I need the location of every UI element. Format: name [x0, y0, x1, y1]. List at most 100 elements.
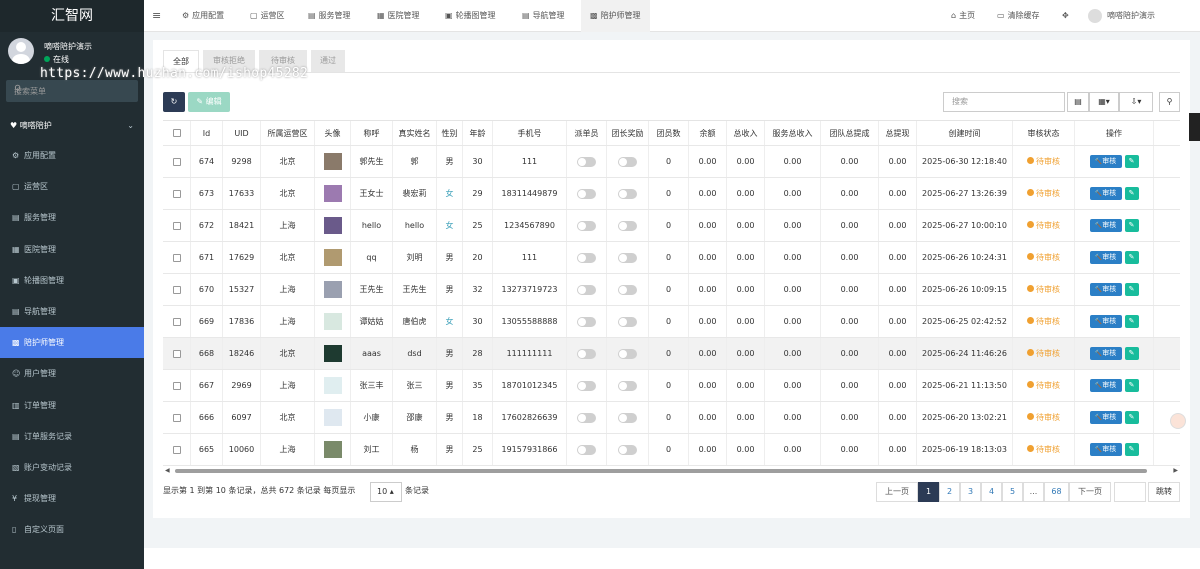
row-edit-button[interactable]: ✎	[1124, 411, 1139, 424]
home-link[interactable]: ⌂ 主页	[951, 0, 975, 32]
tab-region[interactable]: ▢ 运营区	[250, 0, 285, 32]
row-edit-button[interactable]: ✎	[1124, 443, 1139, 456]
customer-service-avatar[interactable]	[1170, 413, 1186, 429]
sidebar-item-10[interactable]: ▧ 账户变动记录	[0, 452, 144, 483]
page-1-button[interactable]: 1	[918, 482, 939, 502]
audit-button[interactable]: 🔨审核	[1089, 315, 1122, 328]
prev-page-button[interactable]: 上一页	[876, 482, 918, 502]
audit-button[interactable]: 🔨审核	[1089, 219, 1122, 232]
next-page-button[interactable]: 下一页	[1069, 482, 1111, 502]
tab-service[interactable]: ▤ 服务管理	[308, 0, 351, 32]
dispatcher-toggle[interactable]	[577, 220, 596, 231]
leader-reward-toggle[interactable]	[618, 348, 637, 359]
tab-app-config[interactable]: ⚙ 应用配置	[182, 0, 224, 32]
select-all-checkbox[interactable]	[172, 129, 181, 137]
dispatcher-toggle[interactable]	[577, 444, 596, 455]
row-edit-button[interactable]: ✎	[1124, 379, 1139, 392]
audit-button[interactable]: 🔨审核	[1089, 155, 1122, 168]
page-5-button[interactable]: 5	[1002, 482, 1023, 502]
jump-page-input[interactable]	[1114, 482, 1146, 502]
audit-button[interactable]: 🔨审核	[1089, 251, 1122, 264]
export-button[interactable]: ⇩▾	[1119, 92, 1153, 112]
row-checkbox[interactable]	[172, 285, 181, 294]
sidebar-item-5[interactable]: ▤ 导航管理	[0, 296, 144, 327]
search-icon[interactable]: ⚲	[14, 84, 130, 95]
menu-toggle-icon[interactable]: ≡	[152, 0, 161, 32]
toggle-view-button[interactable]: ▤	[1067, 92, 1089, 112]
page-size-select[interactable]: 10 ▴	[370, 482, 402, 502]
sidebar-item-7[interactable]: ☺ 用户管理	[0, 358, 144, 389]
app-logo[interactable]: 汇智网	[0, 0, 144, 32]
tab-caregiver[interactable]: ▩ 陪护师管理	[581, 0, 650, 32]
page-4-button[interactable]: 4	[981, 482, 1002, 502]
dispatcher-toggle[interactable]	[577, 348, 596, 359]
leader-reward-toggle[interactable]	[618, 284, 637, 295]
sidebar-item-12[interactable]: ▯ 自定义页面	[0, 514, 144, 545]
row-edit-button[interactable]: ✎	[1124, 187, 1139, 200]
row-checkbox[interactable]	[172, 317, 181, 326]
row-checkbox[interactable]	[172, 381, 181, 390]
leader-reward-toggle[interactable]	[618, 220, 637, 231]
dispatcher-toggle[interactable]	[577, 316, 596, 327]
row-edit-button[interactable]: ✎	[1124, 219, 1139, 232]
leader-reward-toggle[interactable]	[618, 316, 637, 327]
row-checkbox[interactable]	[172, 445, 181, 454]
page-3-button[interactable]: 3	[960, 482, 981, 502]
sidebar-item-9[interactable]: ▤ 订单服务记录	[0, 421, 144, 452]
refresh-button[interactable]: ↻	[163, 92, 185, 112]
row-checkbox[interactable]	[172, 221, 181, 230]
sidebar-item-8[interactable]: ▥ 订单管理	[0, 390, 144, 421]
dispatcher-toggle[interactable]	[577, 188, 596, 199]
clear-cache-button[interactable]: ▭ 清除缓存	[997, 0, 1040, 32]
sidebar-item-1[interactable]: ▢ 运营区	[0, 171, 144, 202]
row-edit-button[interactable]: ✎	[1124, 155, 1139, 168]
menu-group-header[interactable]: ♥ 嘀嗒陪护 ⌄	[0, 112, 144, 140]
row-edit-button[interactable]: ✎	[1124, 283, 1139, 296]
filter-tab-approved[interactable]: 通过	[311, 50, 345, 72]
sidebar-item-0[interactable]: ⚙ 应用配置	[0, 140, 144, 171]
side-toggle-handle[interactable]	[1189, 113, 1200, 141]
page-68-button[interactable]: 68	[1044, 482, 1069, 502]
tab-carousel[interactable]: ▣ 轮播图管理	[445, 0, 496, 32]
scroll-right-icon[interactable]: ▶	[1173, 467, 1178, 474]
row-checkbox[interactable]	[172, 157, 181, 166]
leader-reward-toggle[interactable]	[618, 412, 637, 423]
dispatcher-toggle[interactable]	[577, 380, 596, 391]
row-edit-button[interactable]: ✎	[1124, 315, 1139, 328]
row-checkbox[interactable]	[172, 349, 181, 358]
edit-button[interactable]: ✎ 编辑	[188, 92, 230, 112]
jump-button[interactable]: 跳转	[1148, 482, 1180, 502]
user-menu[interactable]: 嘀嗒陪护演示	[1088, 0, 1155, 32]
audit-button[interactable]: 🔨审核	[1089, 379, 1122, 392]
leader-reward-toggle[interactable]	[618, 252, 637, 263]
menu-search-input[interactable]: 搜索菜单 ⚲	[6, 80, 138, 102]
search-button[interactable]: ⚲	[1159, 92, 1180, 112]
row-checkbox[interactable]	[172, 413, 181, 422]
fullscreen-icon[interactable]: ✥	[1062, 0, 1069, 32]
audit-button[interactable]: 🔨审核	[1089, 443, 1122, 456]
sidebar-item-4[interactable]: ▣ 轮播图管理	[0, 265, 144, 296]
row-edit-button[interactable]: ✎	[1124, 251, 1139, 264]
leader-reward-toggle[interactable]	[618, 188, 637, 199]
dispatcher-toggle[interactable]	[577, 284, 596, 295]
dispatcher-toggle[interactable]	[577, 412, 596, 423]
tab-nav[interactable]: ▤ 导航管理	[522, 0, 565, 32]
sidebar-item-3[interactable]: ▦ 医院管理	[0, 234, 144, 265]
dispatcher-toggle[interactable]	[577, 156, 596, 167]
leader-reward-toggle[interactable]	[618, 380, 637, 391]
dispatcher-toggle[interactable]	[577, 252, 596, 263]
column-header[interactable]	[163, 121, 191, 145]
audit-button[interactable]: 🔨审核	[1089, 187, 1122, 200]
leader-reward-toggle[interactable]	[618, 444, 637, 455]
sidebar-item-6[interactable]: ▩ 陪护师管理	[0, 327, 144, 359]
table-search-input[interactable]: 搜索	[943, 92, 1065, 112]
row-checkbox[interactable]	[172, 189, 181, 198]
page-2-button[interactable]: 2	[939, 482, 960, 502]
columns-button[interactable]: ▦▾	[1089, 92, 1119, 112]
sidebar-item-11[interactable]: ¥ 提现管理	[0, 483, 144, 514]
audit-button[interactable]: 🔨审核	[1089, 283, 1122, 296]
tab-hospital[interactable]: ▦ 医院管理	[377, 0, 420, 32]
leader-reward-toggle[interactable]	[618, 156, 637, 167]
row-edit-button[interactable]: ✎	[1124, 347, 1139, 360]
audit-button[interactable]: 🔨审核	[1089, 411, 1122, 424]
